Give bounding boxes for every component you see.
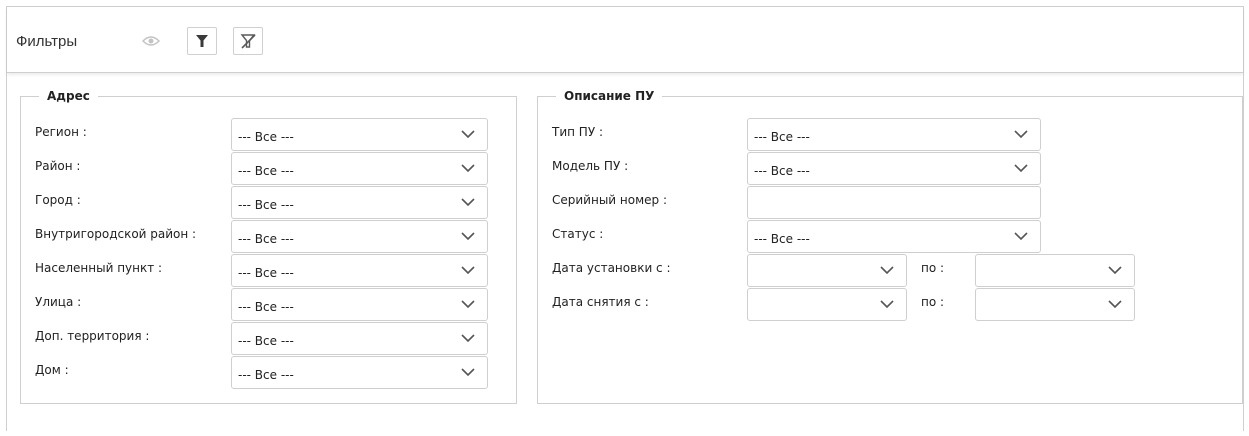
removal-date-to-label: по :: [921, 295, 945, 309]
serial-number-input[interactable]: [747, 186, 1041, 219]
region-label: Регион :: [35, 125, 87, 139]
preview-button[interactable]: [136, 27, 166, 55]
eye-icon: [142, 36, 160, 46]
settlement-select[interactable]: --- Все ---: [231, 254, 488, 287]
region-value: --- Все ---: [238, 130, 294, 144]
settlement-value: --- Все ---: [238, 266, 294, 280]
extra-territory-label: Доп. территория :: [35, 329, 150, 343]
device-type-value: --- Все ---: [754, 130, 810, 144]
house-label: Дом :: [35, 363, 69, 377]
chevron-down-icon: [461, 266, 475, 275]
clear-filter-button[interactable]: [233, 27, 263, 55]
chevron-down-icon: [461, 198, 475, 207]
install-date-label: Дата установки с :: [552, 261, 671, 275]
status-value: --- Все ---: [754, 232, 810, 246]
street-value: --- Все ---: [238, 300, 294, 314]
chevron-down-icon: [880, 266, 894, 275]
chevron-down-icon: [1014, 232, 1028, 241]
device-legend: Описание ПУ: [564, 89, 655, 103]
city-value: --- Все ---: [238, 198, 294, 212]
house-select[interactable]: --- Все ---: [231, 356, 488, 389]
city-label: Город :: [35, 193, 81, 207]
device-model-select[interactable]: --- Все ---: [747, 152, 1041, 185]
chevron-down-icon: [461, 232, 475, 241]
chevron-down-icon: [461, 368, 475, 377]
street-label: Улица :: [35, 295, 82, 309]
chevron-down-icon: [880, 300, 894, 309]
district-value: --- Все ---: [238, 164, 294, 178]
device-type-label: Тип ПУ :: [552, 125, 603, 139]
region-select[interactable]: --- Все ---: [231, 118, 488, 151]
filter-icon: [196, 35, 208, 47]
house-value: --- Все ---: [238, 368, 294, 382]
device-model-value: --- Все ---: [754, 164, 810, 178]
city-district-select[interactable]: --- Все ---: [231, 220, 488, 253]
district-select[interactable]: --- Все ---: [231, 152, 488, 185]
chevron-down-icon: [461, 130, 475, 139]
apply-filter-button[interactable]: [187, 27, 217, 55]
toolbar-title: Фильтры: [16, 33, 78, 50]
removal-date-to-picker[interactable]: [975, 288, 1135, 321]
address-legend: Адрес: [47, 89, 90, 103]
extra-territory-value: --- Все ---: [238, 334, 294, 348]
install-date-from-picker[interactable]: [747, 254, 907, 287]
removal-date-from-picker[interactable]: [747, 288, 907, 321]
device-model-label: Модель ПУ :: [552, 159, 629, 173]
chevron-down-icon: [461, 164, 475, 173]
filters-panel: Фильтры Адрес Регион : --- Все --- Район :…: [6, 6, 1244, 431]
filters-toolbar: Фильтры: [7, 7, 1243, 73]
settlement-label: Населенный пункт :: [35, 261, 163, 275]
city-district-label: Внутригородской район :: [35, 227, 197, 241]
district-label: Район :: [35, 159, 81, 173]
street-select[interactable]: --- Все ---: [231, 288, 488, 321]
status-select[interactable]: --- Все ---: [747, 220, 1041, 253]
filter-clear-icon: [240, 34, 256, 49]
install-date-to-picker[interactable]: [975, 254, 1135, 287]
extra-territory-select[interactable]: --- Все ---: [231, 322, 488, 355]
chevron-down-icon: [461, 300, 475, 309]
install-date-to-label: по :: [921, 261, 945, 275]
chevron-down-icon: [1108, 266, 1122, 275]
city-district-value: --- Все ---: [238, 232, 294, 246]
status-label: Статус :: [552, 227, 604, 241]
chevron-down-icon: [1014, 130, 1028, 139]
city-select[interactable]: --- Все ---: [231, 186, 488, 219]
removal-date-label: Дата снятия с :: [552, 295, 649, 309]
serial-number-label: Серийный номер :: [552, 193, 668, 207]
device-type-select[interactable]: --- Все ---: [747, 118, 1041, 151]
chevron-down-icon: [1108, 300, 1122, 309]
chevron-down-icon: [1014, 164, 1028, 173]
chevron-down-icon: [461, 334, 475, 343]
